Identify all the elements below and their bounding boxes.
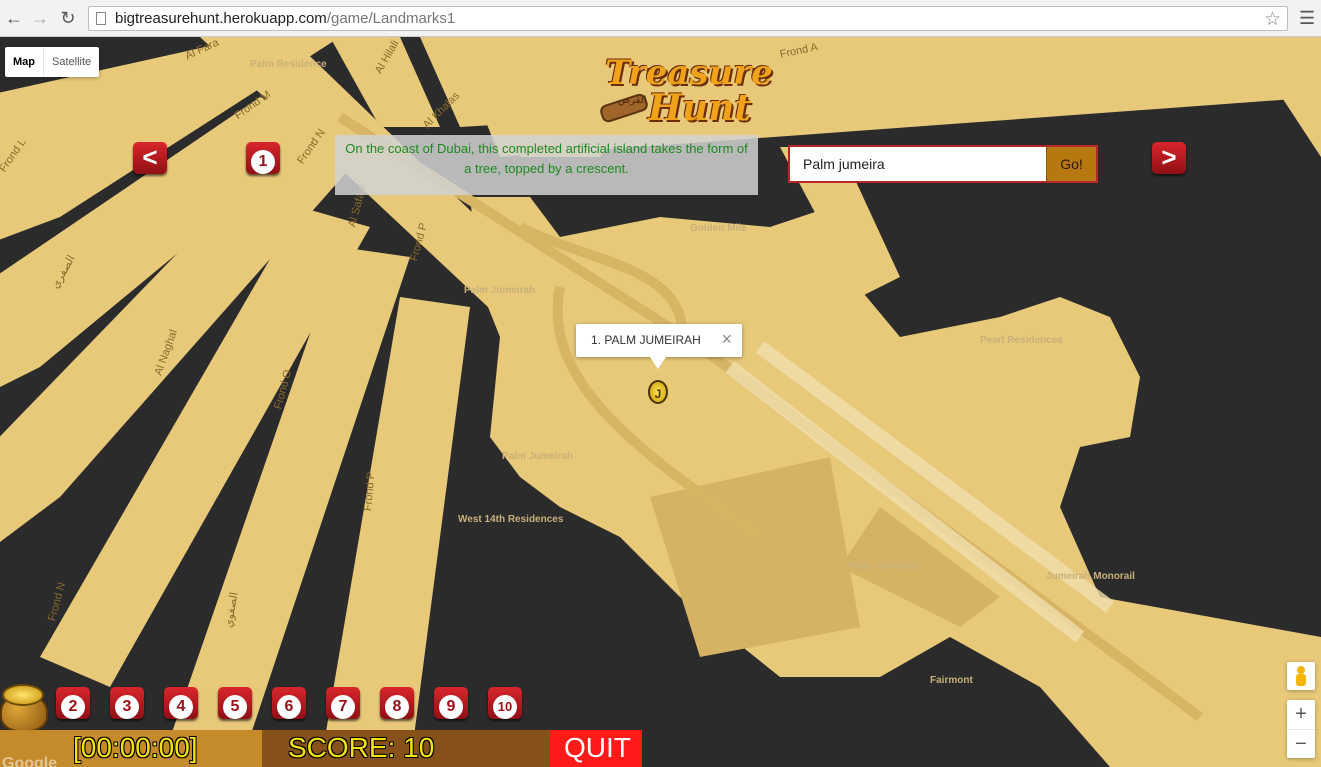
hamburger-menu-icon[interactable]: ☰ <box>1299 8 1315 29</box>
address-bar[interactable]: bigtreasurehunt.herokuapp.com/game/Landm… <box>88 6 1288 31</box>
level-number: 10 <box>493 695 517 719</box>
map-type-map-button[interactable]: Map <box>5 47 44 77</box>
level-number: 5 <box>223 695 247 719</box>
info-window-tail <box>650 357 666 369</box>
timer: [00:00:00] <box>73 732 198 763</box>
logo-subtitle: القرص <box>618 95 647 106</box>
quit-button[interactable]: QUIT <box>550 730 642 767</box>
prev-button[interactable]: < <box>133 142 167 174</box>
level-tile-4[interactable]: 4 <box>164 687 198 719</box>
place-label: Palm Residence <box>250 59 327 70</box>
logo-line2: Hunt <box>648 87 751 129</box>
level-tile-7[interactable]: 7 <box>326 687 360 719</box>
status-bar: [00:00:00] SCORE: 10 QUIT <box>0 730 642 767</box>
map-type-control: Map Satellite <box>5 47 100 77</box>
level-number: 2 <box>61 695 85 719</box>
score: SCORE: 10 <box>288 732 435 763</box>
level-number: 8 <box>385 695 409 719</box>
google-logo: Google <box>2 755 58 767</box>
level-number: 6 <box>277 695 301 719</box>
place-label: Jumeirah Monorail <box>1046 571 1135 582</box>
quit-label: QUIT <box>564 732 631 763</box>
level-number: 1 <box>251 150 275 174</box>
place-label: Fairmont <box>930 675 973 686</box>
info-window-title: 1. PALM JUMEIRAH <box>591 333 701 347</box>
zoom-in-button[interactable]: + <box>1287 700 1315 730</box>
zoom-control: + − <box>1287 700 1315 758</box>
reload-icon[interactable]: ↻ <box>58 8 78 28</box>
level-number: 4 <box>169 695 193 719</box>
place-label: Golden Mile <box>690 223 747 234</box>
level-tile-8[interactable]: 8 <box>380 687 414 719</box>
level-number: 7 <box>331 695 355 719</box>
next-button[interactable]: > <box>1152 142 1186 174</box>
place-label: Palm Jumeirah <box>502 451 574 462</box>
street-view-pegman-icon[interactable] <box>1287 662 1315 690</box>
treasure-hunt-logo: Treasure Hunt القرص <box>598 53 773 133</box>
current-level-marker: 1 <box>246 142 280 174</box>
level-tile-2[interactable]: 2 <box>56 687 90 719</box>
place-label: Palm Jumeirah <box>848 561 920 572</box>
level-number: 9 <box>439 695 463 719</box>
answer-form: Go! <box>788 145 1098 183</box>
map-canvas[interactable]: Al Fara Al Hilali Frond M Frond N Al Kha… <box>0 37 1321 767</box>
level-tile-6[interactable]: 6 <box>272 687 306 719</box>
browser-toolbar: ← → ↻ bigtreasurehunt.herokuapp.com/game… <box>0 0 1321 37</box>
place-label: Palm Jumeirah <box>464 285 536 296</box>
close-icon[interactable]: × <box>721 329 732 350</box>
page-icon <box>96 12 106 25</box>
place-label: West 14th Residences <box>458 514 564 525</box>
map-type-satellite-button[interactable]: Satellite <box>44 47 99 77</box>
place-label: Pearl Residences <box>980 335 1063 346</box>
level-tile-10[interactable]: 10 <box>488 687 522 719</box>
forward-icon[interactable]: → <box>30 8 50 28</box>
go-button[interactable]: Go! <box>1046 147 1096 181</box>
answer-input[interactable] <box>790 147 1048 181</box>
zoom-out-button[interactable]: − <box>1287 730 1315 759</box>
prev-arrow-icon: < <box>142 142 158 172</box>
level-number: 3 <box>115 695 139 719</box>
level-tile-3[interactable]: 3 <box>110 687 144 719</box>
back-icon[interactable]: ← <box>4 8 24 28</box>
level-tile-9[interactable]: 9 <box>434 687 468 719</box>
star-icon[interactable]: ☆ <box>1264 8 1281 31</box>
pot-of-gold-icon <box>0 684 48 732</box>
info-window: 1. PALM JUMEIRAH × <box>576 324 742 369</box>
level-tile-5[interactable]: 5 <box>218 687 252 719</box>
score-panel: SCORE: 10 <box>262 730 550 767</box>
coin-marker-icon[interactable]: J <box>648 380 668 404</box>
next-arrow-icon: > <box>1161 142 1177 172</box>
url-text: bigtreasurehunt.herokuapp.com/game/Landm… <box>115 10 456 27</box>
clue-box: On the coast of Dubai, this completed ar… <box>335 135 758 195</box>
clue-text: On the coast of Dubai, this completed ar… <box>345 141 748 176</box>
